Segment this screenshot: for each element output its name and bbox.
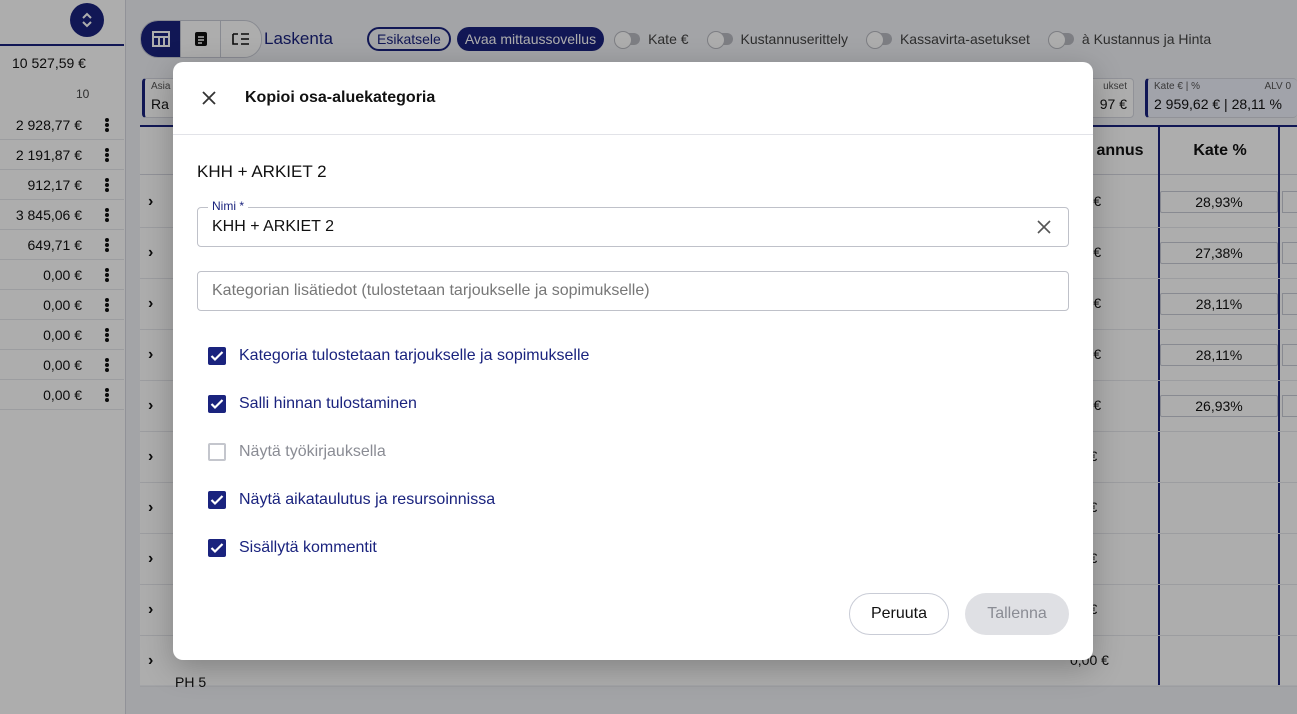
checkbox-label: Kategoria tulostetaan tarjoukselle ja so… <box>239 347 590 364</box>
checkbox-label: Salli hinnan tulostaminen <box>239 395 417 412</box>
close-icon <box>202 91 216 105</box>
clear-name-button[interactable] <box>1034 217 1054 237</box>
dialog-header: Kopioi osa-aluekategoria <box>173 62 1093 135</box>
dialog-title: Kopioi osa-aluekategoria <box>245 89 436 106</box>
cancel-button[interactable]: Peruuta <box>849 593 949 635</box>
name-field-label: Nimi * <box>208 199 248 213</box>
checkbox-label: Näytä työkirjauksella <box>239 443 386 460</box>
dialog-subtitle: KHH + ARKIET 2 <box>197 162 327 181</box>
checkbox-print-category[interactable]: Kategoria tulostetaan tarjoukselle ja so… <box>208 347 589 365</box>
checkbox-allow-price-print[interactable]: Salli hinnan tulostaminen <box>208 395 417 413</box>
checkbox-checked-icon[interactable] <box>208 491 226 509</box>
checkbox-label: Näytä aikataulutus ja resursoinnissa <box>239 491 496 508</box>
close-button[interactable] <box>193 82 225 114</box>
name-field-value[interactable]: KHH + ARKIET 2 <box>212 218 1034 236</box>
category-info-field[interactable]: Kategorian lisätiedot (tulostetaan tarjo… <box>197 271 1069 311</box>
checkbox-checked-icon[interactable] <box>208 347 226 365</box>
checkbox-label: Sisällytä kommentit <box>239 539 377 556</box>
checkbox-checked-icon[interactable] <box>208 539 226 557</box>
checkbox-checked-icon[interactable] <box>208 395 226 413</box>
copy-category-dialog: Kopioi osa-aluekategoria KHH + ARKIET 2 … <box>173 62 1093 660</box>
checkbox-include-comments[interactable]: Sisällytä kommentit <box>208 539 377 557</box>
checkbox-unchecked-icon[interactable] <box>208 443 226 461</box>
name-field[interactable]: Nimi * KHH + ARKIET 2 <box>197 199 1069 247</box>
checkbox-show-scheduling[interactable]: Näytä aikataulutus ja resursoinnissa <box>208 491 495 509</box>
save-button[interactable]: Tallenna <box>965 593 1069 635</box>
checkbox-show-work-log[interactable]: Näytä työkirjauksella <box>208 443 386 461</box>
clear-icon <box>1037 220 1051 234</box>
